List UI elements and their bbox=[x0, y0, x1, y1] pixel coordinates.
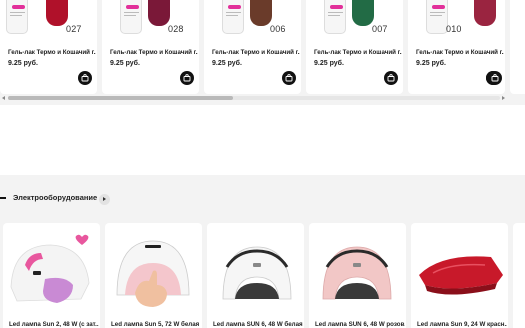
polish-bottle bbox=[222, 0, 244, 34]
add-to-cart-button[interactable] bbox=[488, 71, 502, 85]
product-image[interactable] bbox=[207, 223, 304, 318]
product-price: 9.25 руб. bbox=[8, 60, 38, 67]
product-name[interactable]: Гель-лак Термо и Кошачий г... bbox=[416, 49, 504, 56]
brand-label bbox=[330, 5, 343, 9]
brand-label bbox=[126, 5, 139, 9]
product-card[interactable]: Led лампа Sun 9, 24 W красн... bbox=[411, 223, 508, 328]
brand-label bbox=[228, 5, 241, 9]
product-price: 9.25 руб. bbox=[314, 60, 344, 67]
lamp-products-carousel: Led лампа Sun 2, 48 W (с зат... Led ламп… bbox=[0, 223, 525, 328]
product-card-partial[interactable] bbox=[486, 0, 525, 94]
scrollbar-thumb[interactable] bbox=[8, 96, 233, 100]
product-card[interactable]: Led лампа Sun 2, 48 W (с зат... bbox=[3, 223, 100, 328]
polish-bottle bbox=[324, 0, 346, 34]
product-name[interactable]: Гель-лак Термо и Кошачий г... bbox=[8, 49, 96, 56]
shopping-bag-icon bbox=[285, 74, 293, 82]
product-image[interactable]: 006 bbox=[204, 0, 301, 40]
product-card[interactable]: 027 Гель-лак Термо и Кошачий г... 9.25 р… bbox=[0, 0, 97, 94]
product-name[interactable]: Led лампа Sun 9, 24 W красн... bbox=[417, 321, 507, 328]
shopping-bag-icon bbox=[183, 74, 191, 82]
color-number: 007 bbox=[372, 24, 388, 34]
product-card[interactable]: 028 Гель-лак Термо и Кошачий г... 9.25 р… bbox=[102, 0, 199, 94]
product-name[interactable]: Led лампа SUN 6, 48 W белая bbox=[213, 321, 303, 328]
product-card[interactable]: Led лампа Sun 5, 72 W белая bbox=[105, 223, 202, 328]
section-more-button[interactable] bbox=[99, 194, 110, 205]
product-image[interactable] bbox=[309, 223, 406, 318]
section-header: Электрооборудование bbox=[0, 175, 525, 223]
product-price: 9.25 руб. bbox=[110, 60, 140, 67]
product-name[interactable]: Led лампа Sun 5, 72 W белая bbox=[111, 321, 201, 328]
section-marker bbox=[0, 197, 6, 199]
horizontal-scrollbar[interactable] bbox=[0, 95, 508, 101]
product-name[interactable]: Led лампа SUN 6, 48 W розов... bbox=[315, 321, 405, 328]
product-image[interactable] bbox=[411, 223, 508, 318]
polish-bottle bbox=[120, 0, 142, 34]
product-image[interactable] bbox=[3, 223, 100, 318]
shopping-bag-icon bbox=[491, 74, 499, 82]
scroll-left-arrow-icon[interactable] bbox=[2, 96, 5, 100]
product-image[interactable] bbox=[105, 223, 202, 318]
color-number: 010 bbox=[446, 24, 462, 34]
add-to-cart-button[interactable] bbox=[78, 71, 92, 85]
product-card[interactable]: Led лампа SUN 6, 48 W белая bbox=[207, 223, 304, 328]
shopping-bag-icon bbox=[387, 74, 395, 82]
polish-bottle bbox=[426, 0, 448, 34]
color-swatch bbox=[46, 0, 68, 26]
section-title[interactable]: Электрооборудование bbox=[13, 193, 97, 202]
product-price: 9.25 руб. bbox=[212, 60, 242, 67]
product-card-partial[interactable] bbox=[513, 223, 525, 328]
product-name[interactable]: Гель-лак Термо и Кошачий г... bbox=[314, 49, 402, 56]
color-number: 027 bbox=[66, 24, 82, 34]
product-card[interactable]: Led лампа SUN 6, 48 W розов... bbox=[309, 223, 406, 328]
scroll-right-arrow-icon[interactable] bbox=[502, 96, 505, 100]
heart-icon bbox=[75, 234, 89, 245]
product-image[interactable]: 010 bbox=[408, 0, 505, 40]
chevron-right-icon bbox=[103, 197, 106, 201]
color-swatch bbox=[352, 0, 374, 26]
polish-bottle bbox=[6, 0, 28, 34]
color-number: 028 bbox=[168, 24, 184, 34]
add-to-cart-button[interactable] bbox=[384, 71, 398, 85]
add-to-cart-button[interactable] bbox=[180, 71, 194, 85]
brand-label bbox=[432, 5, 445, 9]
product-name[interactable]: Led лампа Sun 2, 48 W (с зат... bbox=[9, 321, 99, 328]
product-image[interactable]: 007 bbox=[306, 0, 403, 40]
brand-label bbox=[12, 5, 25, 9]
product-card[interactable]: 007 Гель-лак Термо и Кошачий г... 9.25 р… bbox=[306, 0, 403, 94]
product-price: 9.25 руб. bbox=[416, 60, 446, 67]
add-to-cart-button[interactable] bbox=[282, 71, 296, 85]
polish-products-carousel: 027 Гель-лак Термо и Кошачий г... 9.25 р… bbox=[0, 0, 525, 95]
product-card[interactable]: 006 Гель-лак Термо и Кошачий г... 9.25 р… bbox=[204, 0, 301, 94]
product-image[interactable]: 027 bbox=[0, 0, 97, 40]
color-swatch bbox=[148, 0, 170, 26]
polish-products-section: 027 Гель-лак Термо и Кошачий г... 9.25 р… bbox=[0, 0, 525, 105]
content-spacer bbox=[0, 105, 525, 175]
product-name[interactable]: Гель-лак Термо и Кошачий г... bbox=[212, 49, 300, 56]
shopping-bag-icon bbox=[81, 74, 89, 82]
color-swatch bbox=[474, 0, 496, 26]
color-number: 006 bbox=[270, 24, 286, 34]
color-swatch bbox=[250, 0, 272, 26]
product-image[interactable]: 028 bbox=[102, 0, 199, 40]
product-name[interactable]: Гель-лак Термо и Кошачий г... bbox=[110, 49, 198, 56]
